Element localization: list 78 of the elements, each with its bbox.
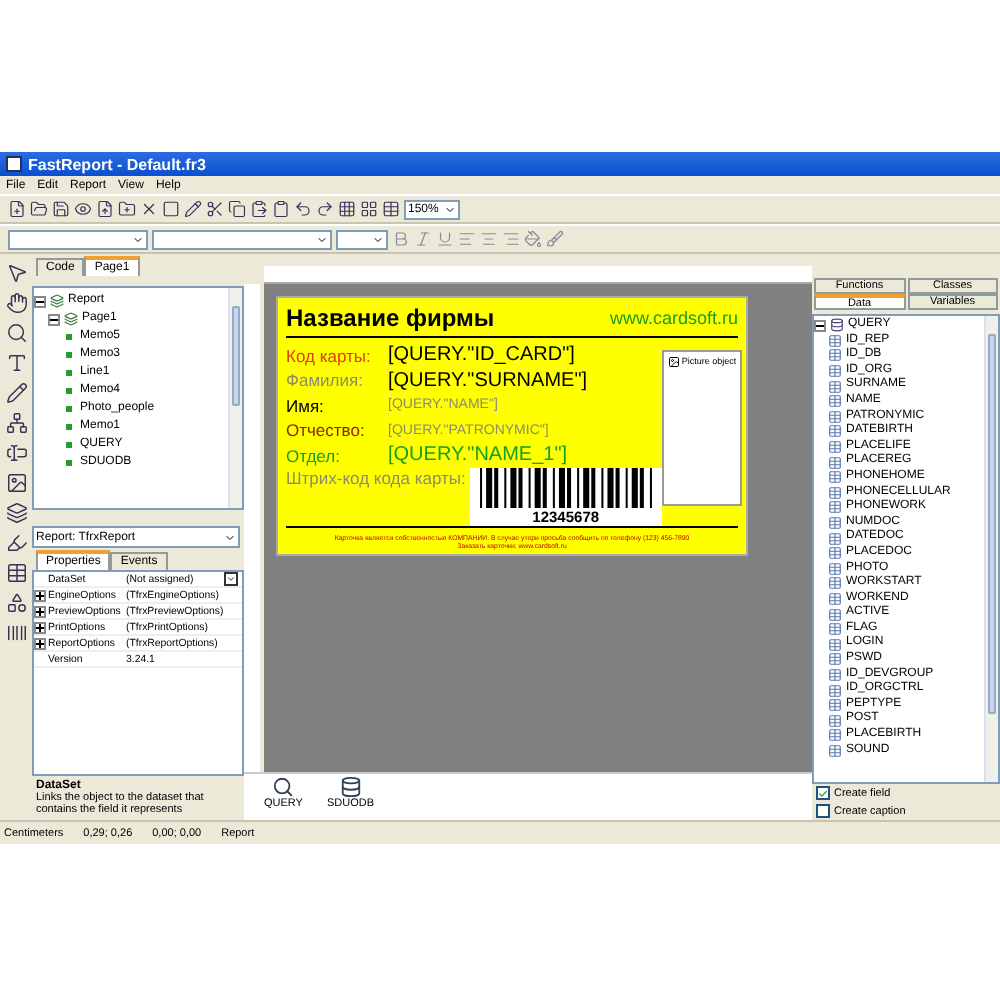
pencil-icon[interactable]	[5, 382, 27, 404]
field-label: Фамилия:	[286, 370, 365, 391]
clipboard-icon[interactable]	[272, 200, 290, 218]
pointer-icon[interactable]	[5, 262, 27, 284]
table-icon[interactable]	[5, 562, 27, 584]
close-icon[interactable]	[140, 200, 158, 218]
field-label: Отчество:	[286, 420, 367, 441]
collapse-icon[interactable]	[48, 313, 60, 325]
expand-icon[interactable]	[34, 621, 46, 633]
folder-icon[interactable]	[118, 200, 136, 218]
database-icon	[339, 776, 362, 798]
table-icon[interactable]	[382, 200, 400, 218]
hand-icon[interactable]	[5, 292, 27, 314]
preview-icon[interactable]	[74, 200, 92, 218]
collapse-icon[interactable]	[814, 319, 826, 332]
scrollbar[interactable]	[228, 288, 242, 508]
redo-icon[interactable]	[316, 200, 334, 218]
bullet-icon	[66, 370, 72, 376]
font-name-dropdown[interactable]	[8, 229, 148, 249]
copy-icon[interactable]	[228, 200, 246, 218]
database-icon	[830, 318, 844, 333]
brush-icon[interactable]	[546, 230, 564, 248]
underline-icon[interactable]	[436, 230, 454, 248]
field-value: [QUERY."ID_CARD"]	[388, 344, 575, 367]
expand-icon[interactable]	[34, 605, 46, 617]
app-icon	[6, 156, 22, 172]
grid-icon[interactable]	[338, 200, 356, 218]
website-text: www.cardsoft.ru	[609, 308, 738, 329]
chevron-down-icon	[316, 233, 328, 245]
text-field-icon[interactable]	[5, 442, 27, 464]
fill-icon[interactable]	[524, 230, 542, 248]
collapse-icon[interactable]	[34, 295, 46, 307]
font-style-dropdown[interactable]	[152, 229, 332, 249]
font-size-dropdown[interactable]	[336, 229, 388, 249]
undo-icon[interactable]	[294, 200, 312, 218]
expand-icon[interactable]	[34, 589, 46, 601]
frame-icon[interactable]	[162, 200, 180, 218]
field-label: Код карты:	[286, 345, 373, 366]
bullet-icon	[66, 352, 72, 358]
scrollbar[interactable]	[984, 316, 998, 782]
layers-icon[interactable]	[5, 502, 27, 524]
pencil-icon[interactable]	[184, 200, 202, 218]
bullet-icon	[66, 424, 72, 430]
dropdown-icon[interactable]	[224, 572, 238, 586]
picture-icon	[667, 355, 680, 367]
paste-icon[interactable]	[250, 200, 268, 218]
tree-icon[interactable]	[5, 412, 27, 434]
chevron-down-icon	[444, 203, 456, 215]
new-file-icon[interactable]	[8, 200, 26, 218]
layout-icon[interactable]	[360, 200, 378, 218]
picture-icon[interactable]	[5, 472, 27, 494]
cut-icon[interactable]	[206, 200, 224, 218]
text-icon[interactable]	[5, 352, 27, 374]
field-label: Отдел:	[286, 445, 342, 466]
checkbox[interactable]	[816, 804, 830, 818]
bullet-icon	[66, 460, 72, 466]
barcode-label: Штрих-код кода карты:	[286, 468, 466, 488]
chevron-down-icon	[132, 233, 144, 245]
highlighter-icon[interactable]	[5, 532, 27, 554]
expand-icon[interactable]	[34, 637, 46, 649]
shapes-icon[interactable]	[5, 592, 27, 614]
chevron-down-icon	[224, 531, 236, 543]
open-folder-icon[interactable]	[30, 200, 48, 218]
bullet-icon	[66, 406, 72, 412]
bullet-icon	[66, 388, 72, 394]
window-title: FastReport - Default.fr3	[28, 155, 206, 173]
company-name: Название фирмы	[286, 304, 495, 333]
field-value: [QUERY."NAME_1"]	[388, 444, 568, 467]
field-label: Имя:	[286, 395, 326, 416]
field-value: [QUERY."SURNAME"]	[388, 369, 588, 392]
bold-icon[interactable]	[392, 230, 410, 248]
search-icon[interactable]	[5, 322, 27, 344]
chevron-down-icon	[372, 233, 384, 245]
checkbox[interactable]	[816, 786, 830, 800]
bullet-icon	[66, 442, 72, 448]
barcode-icon[interactable]	[5, 622, 27, 644]
save-icon[interactable]	[52, 200, 70, 218]
bullet-icon	[66, 334, 72, 340]
